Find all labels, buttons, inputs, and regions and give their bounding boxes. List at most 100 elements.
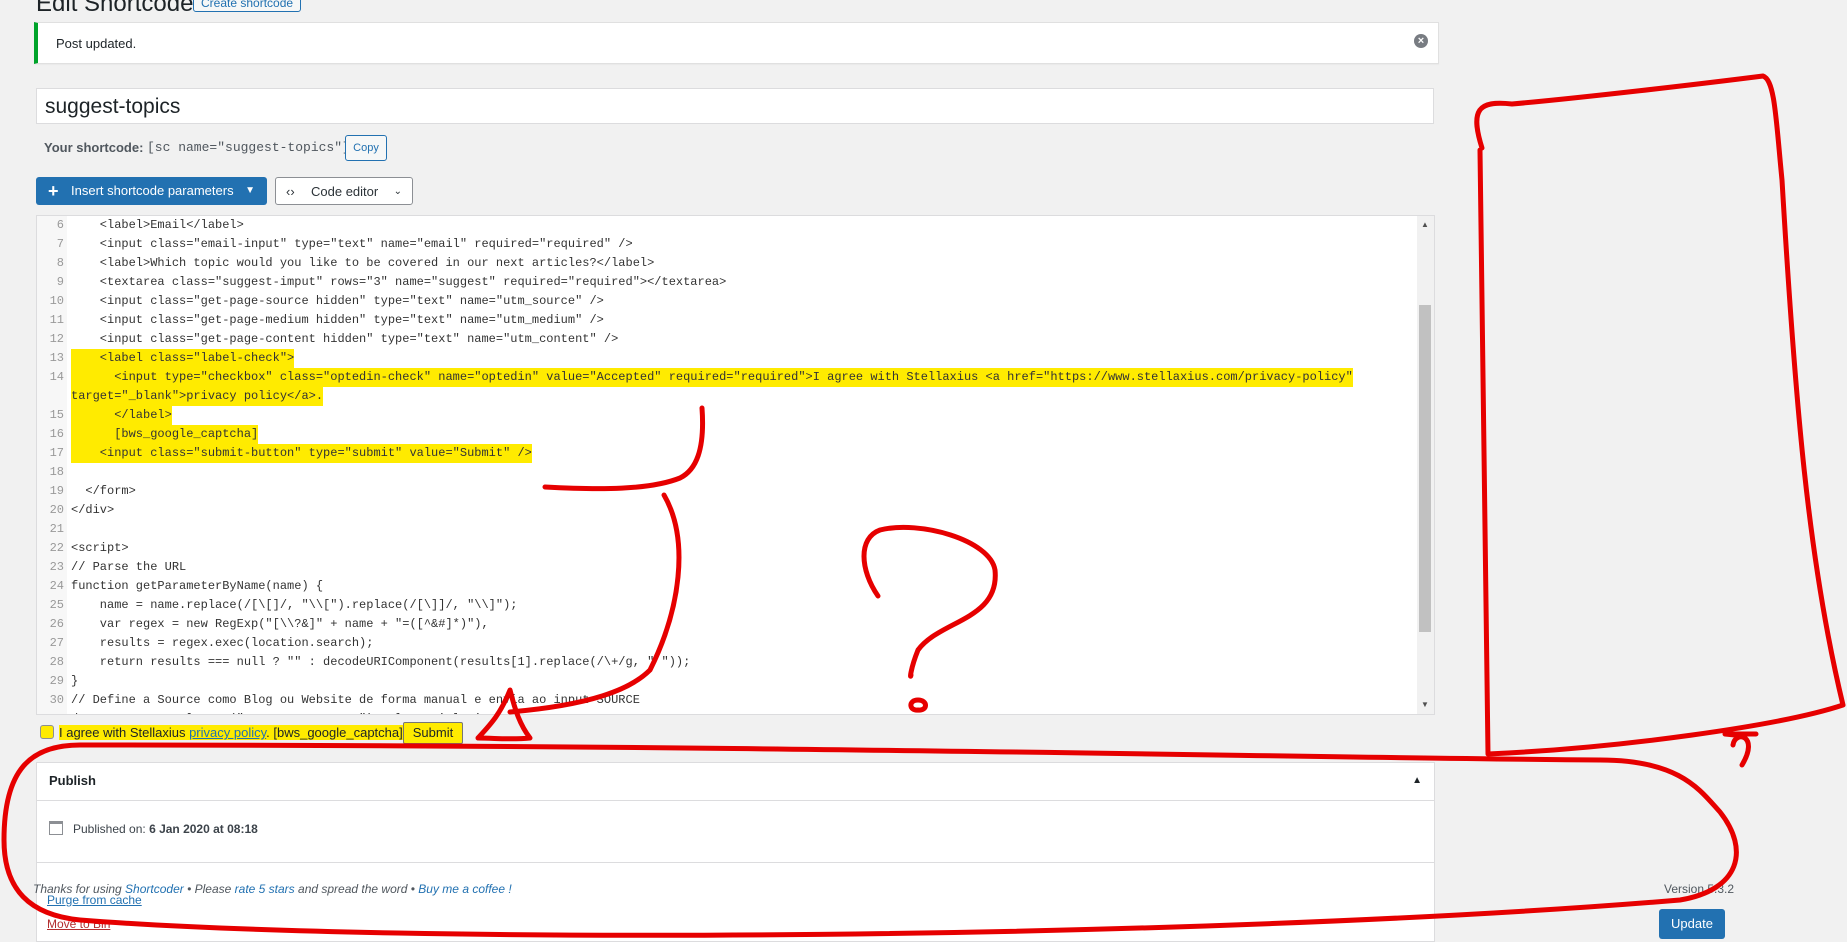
agree-text: I agree with Stellaxius privacy policy. … <box>59 725 403 740</box>
code-line[interactable]: 14 <input type="checkbox" class="optedin… <box>37 368 1434 387</box>
line-code[interactable]: <label class="label-check"> <box>71 349 295 368</box>
scroll-thumb[interactable] <box>1419 305 1431 632</box>
line-code[interactable]: // Parse the URL <box>71 558 186 577</box>
coffee-link[interactable]: Buy me a coffee ! <box>418 882 511 896</box>
line-code[interactable]: <input class="email-input" type="text" n… <box>71 235 633 254</box>
line-code[interactable]: </form> <box>71 482 135 501</box>
code-line[interactable]: 23 // Parse the URL <box>37 558 1434 577</box>
line-number: 15 <box>49 408 64 422</box>
line-number: 29 <box>49 674 64 688</box>
scroll-down-icon[interactable]: ▼ <box>1419 699 1431 711</box>
line-code[interactable]: <input class="get-page-medium hidden" ty… <box>71 311 604 330</box>
code-line[interactable]: 18 <box>37 463 1434 482</box>
editor-scrollbar[interactable]: ▲ ▼ <box>1417 216 1434 714</box>
submit-button[interactable]: Submit <box>403 722 463 744</box>
shortcode-title-input[interactable]: suggest-topics <box>36 88 1434 124</box>
code-line[interactable]: 9 <textarea class="suggest-imput" rows="… <box>37 273 1434 292</box>
collapse-arrow-icon[interactable]: ▲ <box>1412 775 1422 786</box>
code-line[interactable]: 15 </label> <box>37 406 1434 425</box>
code-editor-dropdown[interactable]: ‹› Code editor ⌄ <box>275 177 413 205</box>
line-code[interactable]: function getParameterByName(name) { <box>71 577 323 596</box>
chevron-down-icon: ⌄ <box>393 186 402 197</box>
line-number: 26 <box>49 617 64 631</box>
code-line[interactable]: 7 <input class="email-input" type="text"… <box>37 235 1434 254</box>
line-number: 24 <box>49 579 64 593</box>
code-line[interactable]: 28 return results === null ? "" : decode… <box>37 653 1434 672</box>
publish-title: Publish <box>49 773 96 788</box>
line-code[interactable]: return results === null ? "" : decodeURI… <box>71 653 691 672</box>
annotation-bracket-right <box>1474 73 1846 757</box>
line-code[interactable]: results = regex.exec(location.search); <box>71 634 374 653</box>
code-line[interactable]: 21 <box>37 520 1434 539</box>
update-button[interactable]: Update <box>1659 909 1725 939</box>
annotation-arrow-up <box>1722 731 1759 768</box>
code-line[interactable]: 10 <input class="get-page-source hidden"… <box>37 292 1434 311</box>
line-number: 10 <box>49 294 64 308</box>
copy-button[interactable]: Copy <box>345 135 387 161</box>
code-line[interactable]: 11 <input class="get-page-medium hidden"… <box>37 311 1434 330</box>
line-code[interactable]: <script> <box>71 539 129 558</box>
line-number: 25 <box>49 598 64 612</box>
line-number: 19 <box>49 484 64 498</box>
line-code[interactable]: <label>Which topic would you like to be … <box>71 254 655 273</box>
code-line[interactable]: 31 document.querySelector(".get-page-sour… <box>37 710 1434 714</box>
code-line[interactable]: 13 <label class="label-check"> <box>37 349 1434 368</box>
line-number: 12 <box>49 332 64 346</box>
code-line[interactable]: 12 <input class="get-page-content hidden… <box>37 330 1434 349</box>
code-line[interactable]: 16 [bws_google_captcha] <box>37 425 1434 444</box>
insert-shortcode-parameters-button[interactable]: + Insert shortcode parameters ▼ <box>36 177 267 205</box>
line-code[interactable]: <input class="get-page-source hidden" ty… <box>71 292 604 311</box>
calendar-icon <box>49 821 63 835</box>
code-line[interactable]: 25 name = name.replace(/[\[]/, "\\[").re… <box>37 596 1434 615</box>
publish-header[interactable]: Publish ▲ <box>37 763 1434 801</box>
line-number: 20 <box>49 503 64 517</box>
line-code[interactable]: <input class="submit-button" type="submi… <box>71 444 532 463</box>
agree-checkbox[interactable] <box>40 725 54 739</box>
line-code[interactable]: [bws_google_captcha] <box>71 425 259 444</box>
code-line[interactable]: 20 </div> <box>37 501 1434 520</box>
caret-down-icon: ▼ <box>245 185 255 196</box>
privacy-policy-link[interactable]: privacy policy <box>189 725 266 740</box>
code-line[interactable]: 6 <label>Email</label> <box>37 216 1434 235</box>
line-number: 27 <box>49 636 64 650</box>
code-line[interactable]: 27 results = regex.exec(location.search)… <box>37 634 1434 653</box>
code-line[interactable]: target="_blank">privacy policy</a>. <box>37 387 1434 406</box>
line-number: 18 <box>49 465 64 479</box>
code-line[interactable]: 17 <input class="submit-button" type="su… <box>37 444 1434 463</box>
code-line[interactable]: 26 var regex = new RegExp("[\\?&]" + nam… <box>37 615 1434 634</box>
code-line[interactable]: 22 <script> <box>37 539 1434 558</box>
line-code[interactable]: // Define a Source como Blog ou Website … <box>71 691 640 710</box>
code-line[interactable]: 24 function getParameterByName(name) { <box>37 577 1434 596</box>
code-line[interactable]: 19 </form> <box>37 482 1434 501</box>
line-code[interactable]: document.querySelector(".get-page-source… <box>71 710 489 714</box>
line-code[interactable]: </label> <box>71 406 172 425</box>
line-code[interactable]: </div> <box>71 501 114 520</box>
line-code[interactable]: } <box>71 672 78 691</box>
code-editor[interactable]: 6 <label>Email</label> 7 <input class="em… <box>36 215 1435 715</box>
code-line[interactable]: 8 <label>Which topic would you like to b… <box>37 254 1434 273</box>
line-code[interactable]: var regex = new RegExp("[\\?&]" + name +… <box>71 615 489 634</box>
line-number: 31 <box>37 710 64 714</box>
code-line[interactable]: 29} <box>37 672 1434 691</box>
line-number: 14 <box>49 370 64 384</box>
line-number: 13 <box>49 351 64 365</box>
line-code[interactable]: <input type="checkbox" class="optedin-ch… <box>71 368 1353 387</box>
code-line[interactable]: 30 // Define a Source como Blog ou Websit… <box>37 691 1434 710</box>
line-code[interactable]: <textarea class="suggest-imput" rows="3"… <box>71 273 727 292</box>
insert-shortcode-label: Insert shortcode parameters <box>71 183 234 198</box>
line-code[interactable]: name = name.replace(/[\[]/, "\\[").repla… <box>71 596 518 615</box>
shortcode-value: [sc name="suggest-topics"] <box>147 140 350 155</box>
close-icon[interactable]: × <box>1414 34 1428 48</box>
line-number: 11 <box>49 313 64 327</box>
line-code[interactable]: target="_blank">privacy policy</a>. <box>71 387 324 406</box>
shortcoder-link[interactable]: Shortcoder <box>125 882 184 896</box>
line-number: 21 <box>49 522 64 536</box>
create-shortcode-button[interactable]: Create shortcode <box>193 0 302 12</box>
move-to-bin-link[interactable]: Move to Bin <box>47 917 110 931</box>
published-on: Published on: 6 Jan 2020 at 08:18 <box>73 822 258 836</box>
scroll-up-icon[interactable]: ▲ <box>1419 219 1431 231</box>
line-code[interactable]: <label>Email</label> <box>71 216 244 235</box>
rate-link[interactable]: rate 5 stars <box>235 882 295 896</box>
code-lines[interactable]: 6 <label>Email</label> 7 <input class="em… <box>37 216 1434 714</box>
line-code[interactable]: <input class="get-page-content hidden" t… <box>71 330 619 349</box>
